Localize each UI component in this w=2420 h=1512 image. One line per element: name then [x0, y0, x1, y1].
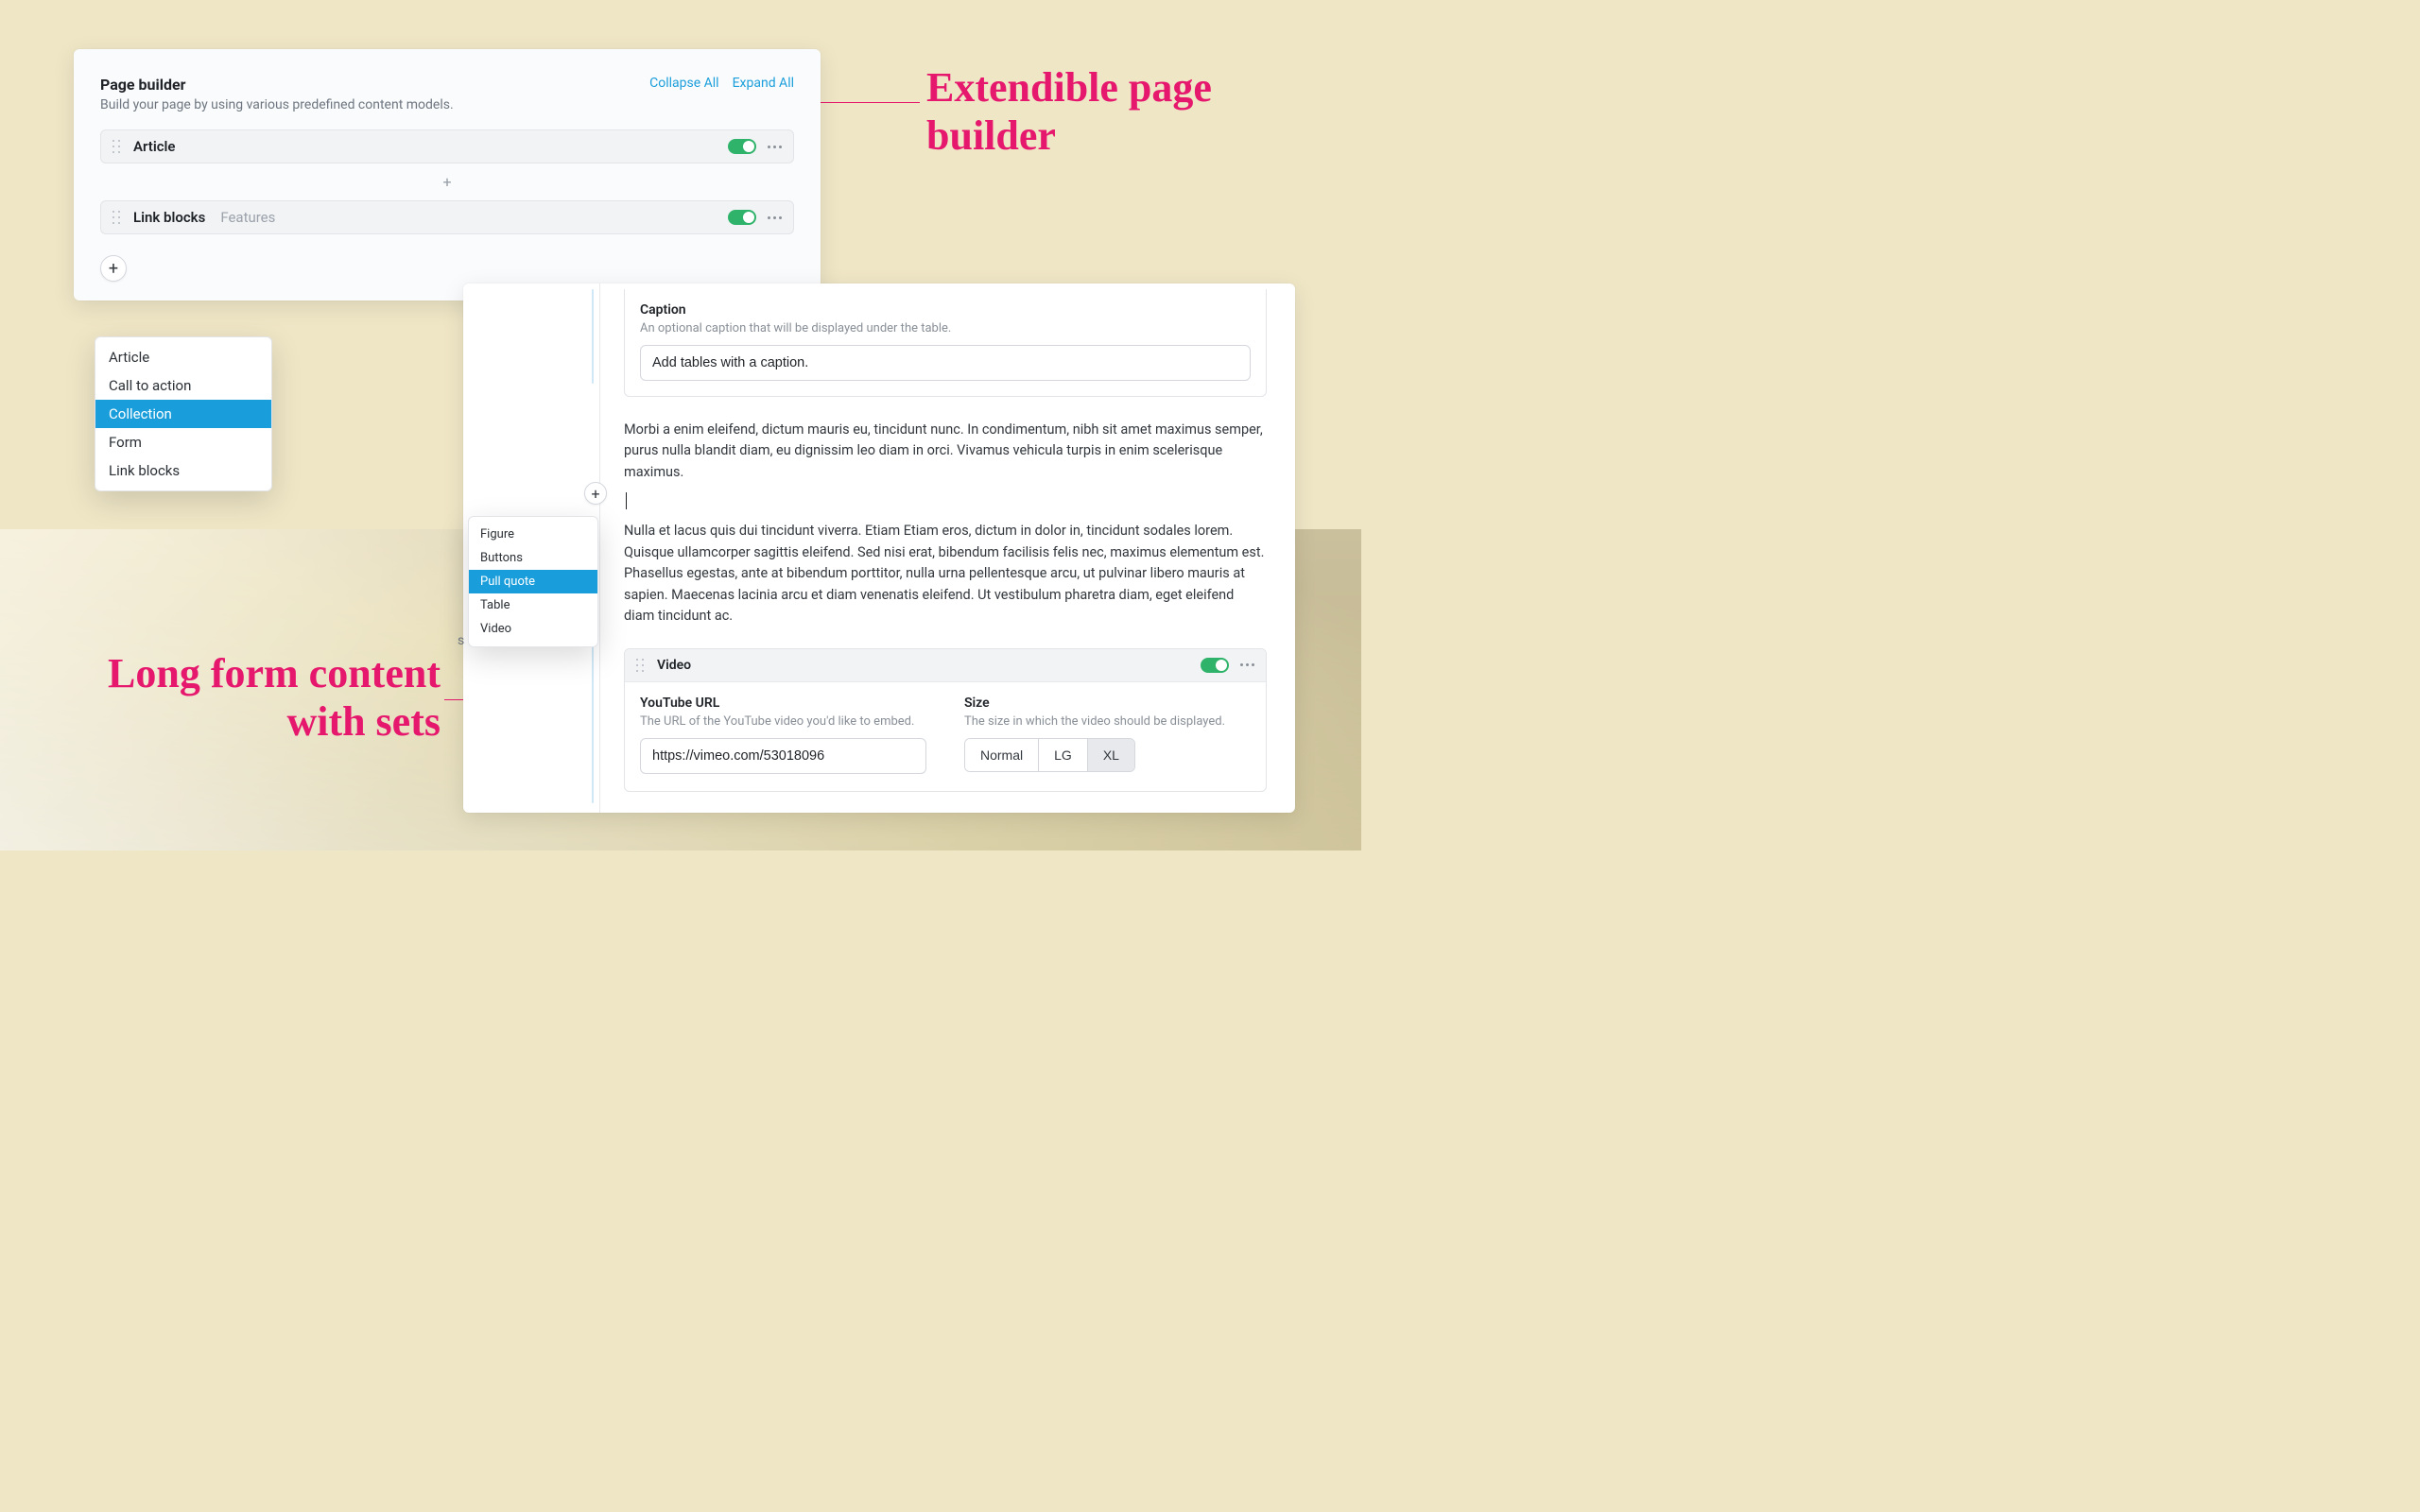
page-builder-panel: Page builder Build your page by using va… — [74, 49, 821, 301]
more-icon[interactable] — [766, 213, 784, 223]
editor-range-indicator — [592, 289, 594, 384]
video-set-label: Video — [657, 658, 691, 673]
youtube-url-hint: The URL of the YouTube video you'd like … — [640, 714, 926, 729]
enabled-toggle[interactable] — [728, 139, 756, 154]
add-set-menu-item[interactable]: Form — [95, 428, 271, 456]
annotation-longform: Long form content with sets — [81, 650, 441, 746]
more-icon[interactable] — [1238, 660, 1256, 670]
drag-handle-icon[interactable] — [111, 138, 124, 155]
annotation-extendible: Extendible page builder — [926, 64, 1212, 160]
insert-set-menu-item[interactable]: Pull quote — [469, 570, 597, 593]
size-label: Size — [964, 696, 1251, 711]
add-set-menu: ArticleCall to actionCollectionFormLink … — [95, 336, 272, 491]
set-row-sublabel: Features — [220, 209, 275, 226]
expand-all-link[interactable]: Expand All — [733, 76, 794, 91]
size-hint: The size in which the video should be di… — [964, 714, 1251, 729]
insert-between-plus[interactable]: + — [100, 173, 794, 191]
add-set-menu-item[interactable]: Article — [95, 343, 271, 371]
size-option-button[interactable]: LG — [1038, 739, 1087, 771]
editor-range-indicator — [592, 633, 594, 803]
add-set-menu-item[interactable]: Call to action — [95, 371, 271, 400]
caption-hint: An optional caption that will be display… — [640, 321, 1251, 335]
insert-set-menu-item[interactable]: Buttons — [469, 546, 597, 570]
add-set-button[interactable]: + — [100, 255, 127, 282]
collapse-all-link[interactable]: Collapse All — [649, 76, 718, 91]
set-row-label: Article — [133, 138, 176, 155]
size-segmented-control: NormalLGXL — [964, 738, 1135, 772]
more-icon[interactable] — [766, 142, 784, 152]
insert-set-menu: FigureButtonsPull quoteTableVideo — [468, 516, 598, 647]
set-row-link-blocks[interactable]: Link blocks Features — [100, 200, 794, 234]
page-builder-title: Page builder — [100, 76, 454, 94]
size-option-button[interactable]: Normal — [965, 739, 1038, 771]
add-set-menu-item[interactable]: Collection — [95, 400, 271, 428]
insert-set-menu-item[interactable]: Video — [469, 617, 597, 641]
insert-set-menu-item[interactable]: Table — [469, 593, 597, 617]
insert-set-menu-item[interactable]: Figure — [469, 523, 597, 546]
paragraph[interactable]: Morbi a enim eleifend, dictum mauris eu,… — [624, 420, 1267, 483]
add-set-menu-item[interactable]: Link blocks — [95, 456, 271, 485]
caption-label: Caption — [640, 302, 1251, 318]
youtube-url-label: YouTube URL — [640, 696, 926, 711]
page-builder-description: Build your page by using various predefi… — [100, 97, 454, 112]
paragraph[interactable]: Nulla et lacus quis dui tincidunt viverr… — [624, 521, 1267, 627]
video-set-block: Video YouTube URL The URL of the YouTube… — [624, 648, 1267, 792]
size-option-button[interactable]: XL — [1087, 739, 1134, 771]
caption-field-group: Caption An optional caption that will be… — [624, 289, 1267, 397]
editor-gutter-line — [599, 284, 600, 813]
drag-handle-icon[interactable] — [111, 209, 124, 226]
clipped-char: s — [458, 633, 464, 648]
set-row-label: Link blocks — [133, 209, 205, 226]
set-row-article[interactable]: Article — [100, 129, 794, 163]
insert-set-inline-button[interactable]: + — [584, 482, 607, 505]
youtube-url-input[interactable] — [640, 738, 926, 774]
enabled-toggle[interactable] — [728, 210, 756, 225]
caption-input[interactable] — [640, 345, 1251, 381]
drag-handle-icon[interactable] — [634, 657, 648, 674]
text-caret — [626, 492, 627, 509]
enabled-toggle[interactable] — [1201, 658, 1229, 673]
